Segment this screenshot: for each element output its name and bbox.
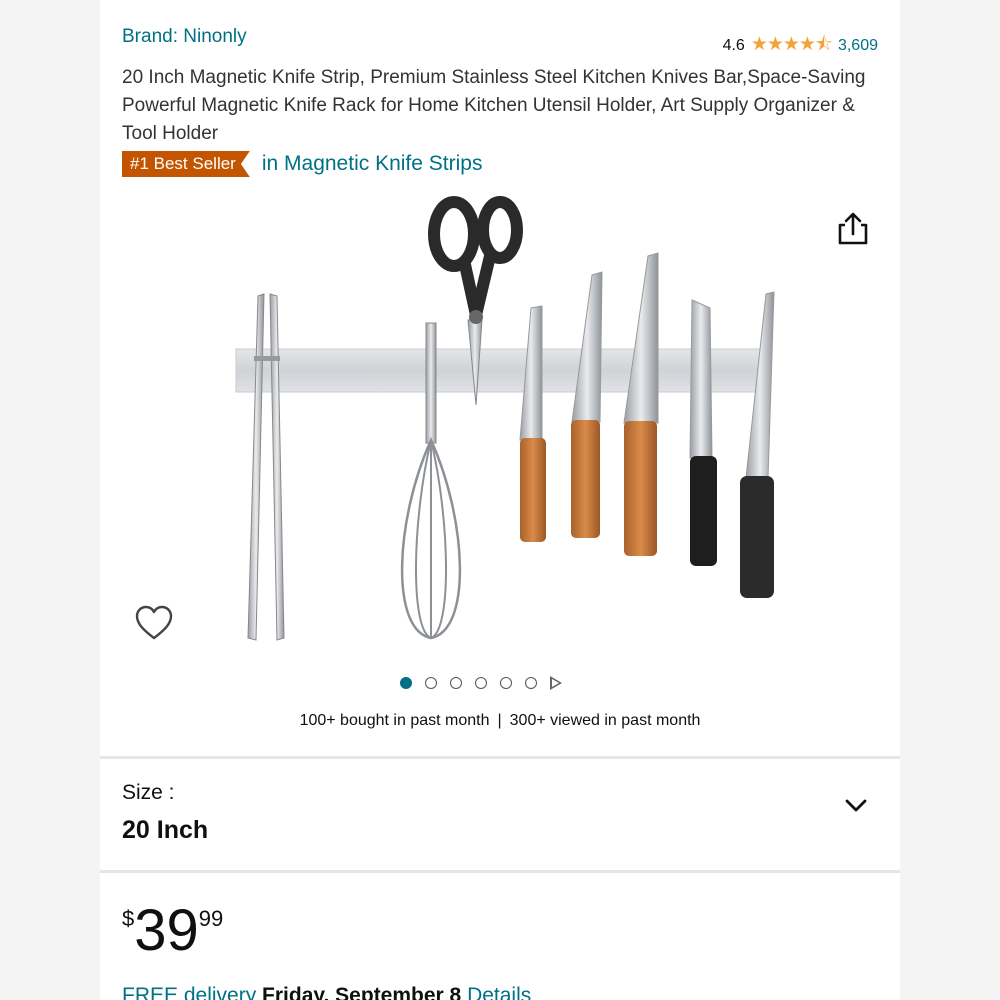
viewed-count: 300+ viewed in past month: [509, 712, 701, 729]
divider: [100, 870, 900, 873]
chevron-down-icon[interactable]: [844, 796, 868, 816]
video-play-icon[interactable]: [550, 676, 562, 690]
carousel-dot[interactable]: [500, 677, 512, 689]
category-link[interactable]: in Magnetic Knife Strips: [262, 152, 483, 176]
product-card: Brand: Ninonly 4.6 ★★★★⯪ 3,609 20 Inch M…: [100, 0, 900, 1000]
carousel-dot[interactable]: [525, 677, 537, 689]
carousel-dot[interactable]: [425, 677, 437, 689]
bread-knife: [689, 299, 717, 566]
rating-score: 4.6: [722, 37, 745, 54]
delivery-info: FREE delivery Friday, September 8 Detail…: [122, 984, 531, 1000]
details-link[interactable]: Details: [467, 984, 531, 1000]
boning-knife: [740, 291, 775, 598]
background-left: [0, 0, 100, 1000]
price-fraction: 99: [198, 906, 224, 931]
bought-count: 100+ bought in past month: [299, 712, 490, 729]
delivery-date: Friday, September 8: [262, 984, 462, 1000]
background-right: [900, 0, 1000, 1000]
free-delivery-link[interactable]: FREE delivery: [122, 984, 256, 1000]
rating-summary[interactable]: 4.6 ★★★★⯪ 3,609: [723, 30, 878, 62]
review-count-link[interactable]: 3,609: [838, 37, 878, 55]
star-rating-icon: ★★★★⯪: [750, 34, 833, 55]
purchase-activity: 100+ bought in past month | 300+ viewed in…: [100, 712, 900, 730]
best-seller-badge[interactable]: #1 Best Seller: [122, 151, 250, 177]
utility-knife: [571, 271, 603, 538]
price-whole: 39: [134, 898, 199, 963]
activity-separator: |: [497, 712, 502, 729]
product-image[interactable]: [220, 190, 780, 660]
price-symbol: $: [122, 906, 135, 931]
brand-link[interactable]: Brand: Ninonly: [122, 26, 247, 48]
product-title: 20 Inch Magnetic Knife Strip, Premium St…: [122, 67, 866, 144]
size-label: Size :: [122, 781, 175, 804]
heart-icon[interactable]: [134, 604, 174, 642]
share-icon[interactable]: [836, 210, 870, 246]
carving-knife: [623, 252, 659, 556]
price: $ 39 99: [122, 900, 223, 962]
paring-knife: [519, 305, 546, 542]
divider: [100, 756, 900, 759]
carousel-dot[interactable]: [400, 677, 412, 689]
size-value[interactable]: 20 Inch: [122, 816, 208, 845]
bestseller-row: #1 Best Seller in Magnetic Knife Strips: [122, 151, 482, 177]
carousel-dot[interactable]: [475, 677, 487, 689]
carousel-indicators: [400, 676, 562, 690]
tongs: [247, 293, 285, 641]
carousel-dot[interactable]: [450, 677, 462, 689]
